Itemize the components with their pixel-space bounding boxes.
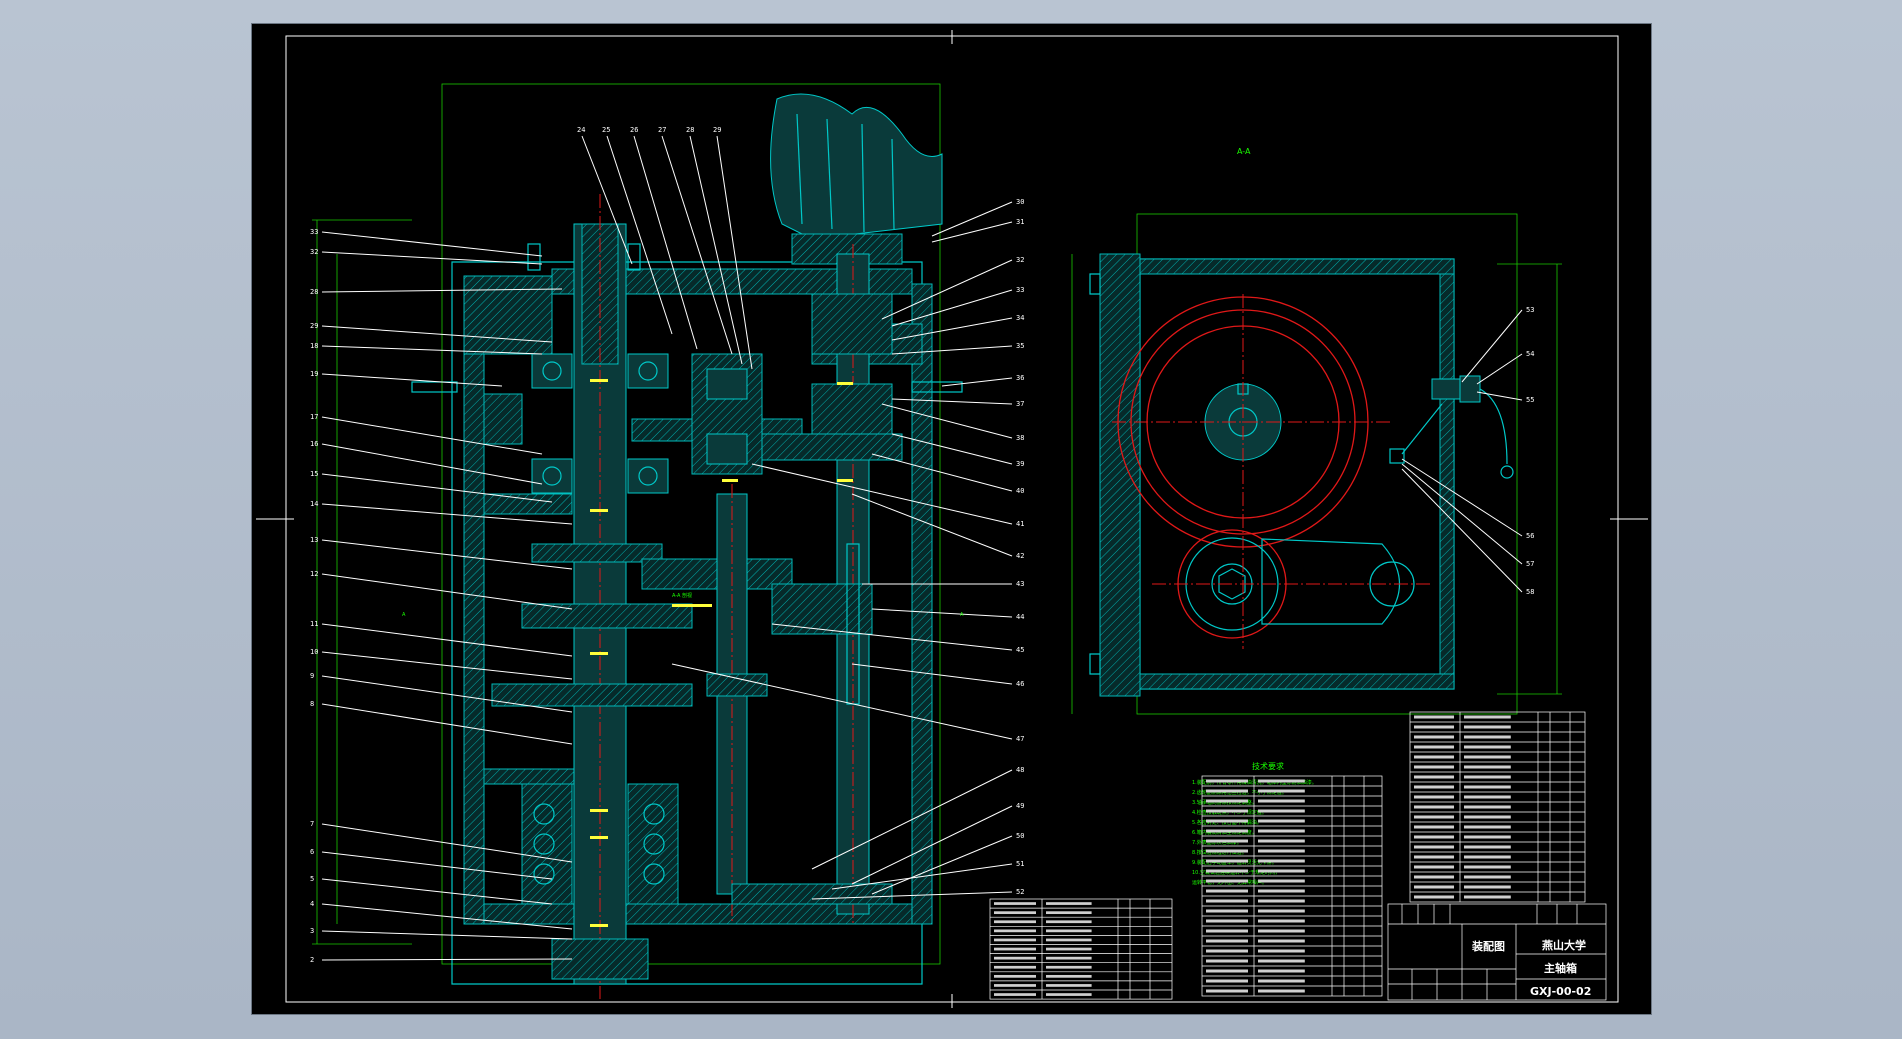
- tb-material: 装配图: [1471, 939, 1505, 953]
- svg-text:A-A 剖视: A-A 剖视: [672, 592, 692, 599]
- part-number-label: 35: [1016, 342, 1024, 350]
- part-number-label: 50: [1016, 832, 1024, 840]
- part-numbers-top: 24 25 26 27 28 29: [577, 126, 721, 134]
- part-number-label: 19: [310, 370, 318, 378]
- part-number-label: 58: [1526, 588, 1534, 596]
- part-number-label: 24: [577, 126, 585, 134]
- part-number-label: 29: [713, 126, 721, 134]
- main-section-view: A A A-A 剖视: [312, 83, 1013, 999]
- part-number-label: 44: [1016, 613, 1024, 621]
- part-number-label: 43: [1016, 580, 1024, 588]
- part-numbers-right: 30 31 32 33 34 35 36 37 38 39 40 41 42 43 44 45 46 47 48 49…: [1016, 198, 1024, 896]
- section-view-label: A-A: [1237, 147, 1251, 156]
- part-number-label: 6: [310, 848, 314, 856]
- part-number-label: 45: [1016, 646, 1024, 654]
- part-number-label: 10: [310, 648, 318, 656]
- part-number-label: 27: [658, 126, 666, 134]
- part-number-label: 14: [310, 500, 318, 508]
- part-number-label: 53: [1526, 306, 1534, 314]
- part-number-label: 18: [310, 342, 318, 350]
- part-number-label: 38: [1016, 434, 1024, 442]
- part-number-label: 30: [1016, 198, 1024, 206]
- part-number-label: 28: [686, 126, 694, 134]
- part-number-label: 52: [1016, 888, 1024, 896]
- part-number-label: 46: [1016, 680, 1024, 688]
- part-number-label: 47: [1016, 735, 1024, 743]
- part-numbers-view: 53 54 55 56 57 58: [1526, 306, 1534, 596]
- part-number-label: 56: [1526, 532, 1534, 540]
- tb-drawing-no: GXJ-00-02: [1530, 985, 1591, 998]
- part-number-label: 49: [1016, 802, 1024, 810]
- tech-req-title: 技术要求: [1252, 761, 1284, 771]
- drawing-viewport[interactable]: A A A-A 剖视 33 32 28 29 18 19 17 16 15 14 13 12 11 10 9…: [252, 24, 1651, 1014]
- part-number-label: 11: [310, 620, 318, 628]
- part-number-label: 5: [310, 875, 314, 883]
- part-number-label: 40: [1016, 487, 1024, 495]
- part-number-label: 9: [310, 672, 314, 680]
- part-number-label: 16: [310, 440, 318, 448]
- part-number-label: 2: [310, 956, 314, 964]
- part-number-label: 51: [1016, 860, 1024, 868]
- part-number-label: 3: [310, 927, 314, 935]
- part-number-label: 25: [602, 126, 610, 134]
- svg-text:A: A: [960, 612, 964, 618]
- part-number-label: 33: [310, 228, 318, 236]
- part-number-label: 41: [1016, 520, 1024, 528]
- part-number-label: 31: [1016, 218, 1024, 226]
- part-number-label: 48: [1016, 766, 1024, 774]
- part-number-label: 12: [310, 570, 318, 578]
- part-number-label: 4: [310, 900, 314, 908]
- svg-text:A: A: [402, 612, 406, 618]
- part-number-label: 7: [310, 820, 314, 828]
- parts-list-tables: [989, 711, 1586, 1000]
- part-number-label: 17: [310, 413, 318, 421]
- part-number-label: 15: [310, 470, 318, 478]
- assembly-drawing: A A A-A 剖视 33322829181917161514131211109…: [256, 30, 1648, 1008]
- part-number-label: 13: [310, 536, 318, 544]
- part-number-label: 34: [1016, 314, 1024, 322]
- part-number-label: 42: [1016, 552, 1024, 560]
- part-number-label: 37: [1016, 400, 1024, 408]
- part-number-label: 29: [310, 322, 318, 330]
- part-number-label: 32: [1016, 256, 1024, 264]
- section-view-a-a: A-A: [1071, 147, 1562, 715]
- part-number-label: 32: [310, 248, 318, 256]
- part-number-label: 36: [1016, 374, 1024, 382]
- tb-school: 燕山大学: [1542, 938, 1586, 952]
- part-number-label: 33: [1016, 286, 1024, 294]
- cad-workspace: A A A-A 剖视 33 32 28 29 18 19 17 16 15 14 13 12 11 10 9…: [0, 0, 1902, 1039]
- part-number-label: 8: [310, 700, 314, 708]
- part-number-label: 57: [1526, 560, 1534, 568]
- part-number-label: 55: [1526, 396, 1534, 404]
- part-number-label: 28: [310, 288, 318, 296]
- part-number-label: 26: [630, 126, 638, 134]
- part-number-label: 54: [1526, 350, 1534, 358]
- title-block: 装配图 燕山大学 主轴箱 GXJ-00-02: [1387, 903, 1607, 1001]
- part-number-label: 39: [1016, 460, 1024, 468]
- tb-part-name: 主轴箱: [1544, 961, 1577, 975]
